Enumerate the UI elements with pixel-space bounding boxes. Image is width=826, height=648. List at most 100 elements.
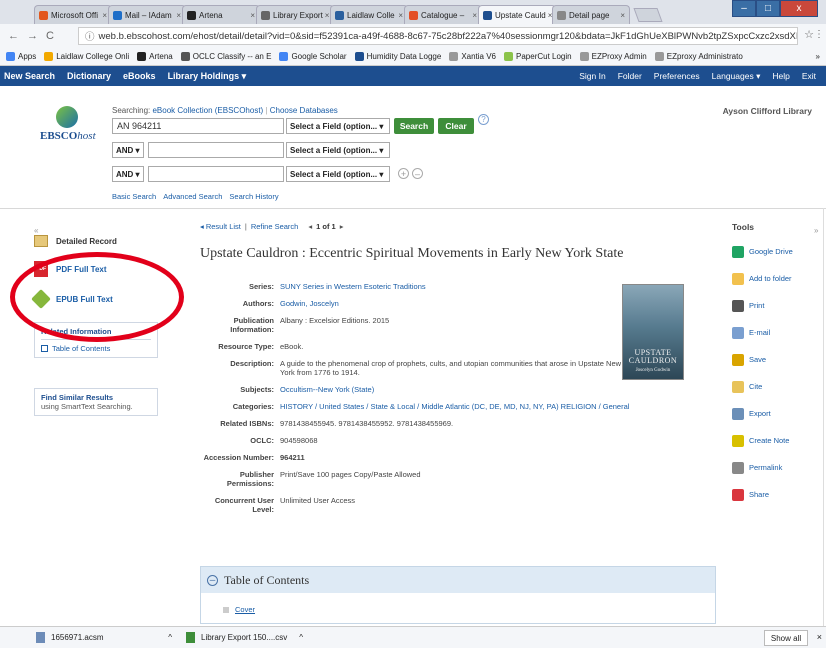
browser-tab[interactable]: Catalogue – × (404, 5, 482, 24)
refine-search-link[interactable]: Refine Search (251, 222, 299, 231)
add-row-icon[interactable]: + (398, 168, 409, 179)
searching-db-link[interactable]: eBook Collection (EBSCOhost) (152, 106, 263, 115)
toc-icon (41, 345, 48, 352)
tab-close-icon[interactable]: × (248, 11, 255, 20)
tool-item[interactable]: Cite (732, 373, 816, 400)
download-menu-icon[interactable]: ^ (299, 633, 303, 642)
browser-tab[interactable]: Microsoft Offi × (34, 5, 112, 24)
record-field-value[interactable]: SUNY Series in Western Esoteric Traditio… (280, 282, 630, 291)
download-item-csv[interactable]: Library Export 150....csv ^ (186, 632, 356, 643)
bookmark-item[interactable]: OCLC Classify -- an E (180, 52, 271, 61)
bookmark-item[interactable]: PaperCut Login (504, 52, 572, 61)
bookmark-item[interactable]: Artena (137, 52, 173, 61)
record-field-value[interactable]: HISTORY / United States / State & Local … (280, 402, 630, 411)
reload-icon[interactable]: C (46, 30, 54, 42)
bookmark-star-icon[interactable]: ☆ (804, 28, 814, 41)
remove-row-icon[interactable]: – (412, 168, 423, 179)
tool-item[interactable]: Export (732, 400, 816, 427)
search-input[interactable]: AN 964211 (112, 118, 284, 134)
bookmark-item[interactable]: Humidity Data Logge (354, 52, 441, 61)
tab-close-icon[interactable]: × (618, 11, 625, 20)
toc-header[interactable]: – Table of Contents (201, 567, 715, 593)
nav-item[interactable]: New Search (4, 71, 55, 82)
search-input-3[interactable] (148, 166, 284, 182)
field-select-3[interactable]: Select a Field (option... ▾ (286, 166, 390, 182)
search-input-2[interactable] (148, 142, 284, 158)
search-link[interactable]: Basic Search (112, 192, 156, 201)
search-link[interactable]: Advanced Search (163, 192, 222, 201)
bookmark-item[interactable]: Apps (6, 52, 36, 61)
toc-item-cover[interactable]: Cover (223, 605, 255, 614)
show-all-button[interactable]: Show all (764, 630, 808, 646)
record-field-value[interactable]: Godwin, Joscelyn (280, 299, 630, 308)
next-result-icon[interactable]: ▸ (340, 222, 344, 231)
tool-item[interactable]: Share (732, 481, 816, 508)
record-field-label: Publisher Permissions: (226, 470, 274, 488)
bookmarks-overflow-icon[interactable]: » (816, 52, 820, 61)
download-item-acsm[interactable]: 1656971.acsm ^ (36, 632, 186, 643)
search-link[interactable]: Search History (229, 192, 278, 201)
close-downloads-icon[interactable]: × (817, 632, 822, 642)
tool-item[interactable]: Save (732, 346, 816, 373)
browser-tab[interactable]: Upstate Cauld × (478, 5, 556, 24)
info-icon[interactable]: ⓘ (85, 29, 95, 43)
nav-item[interactable]: Help (772, 71, 789, 82)
tool-item[interactable]: E-mail (732, 319, 816, 346)
boolean-select-1[interactable]: AND ▾ (112, 142, 144, 158)
nav-item[interactable]: Dictionary (67, 71, 111, 82)
bookmark-item[interactable]: Google Scholar (279, 52, 347, 61)
record-field-value[interactable]: Occultism--New York (State) (280, 385, 630, 394)
nav-item[interactable]: Languages ▾ (712, 71, 761, 82)
bookmark-item[interactable]: EZproxy Administrato (654, 52, 743, 61)
tab-close-icon[interactable]: × (470, 11, 477, 20)
back-icon[interactable]: ← (8, 30, 19, 42)
search-button[interactable]: Search (394, 118, 434, 134)
ebsco-logo[interactable]: EBSCOhost (40, 106, 96, 142)
clear-button[interactable]: Clear (438, 118, 474, 134)
browser-tab[interactable]: Mail – IAdam × (108, 5, 186, 24)
tool-item[interactable]: Print (732, 292, 816, 319)
url-field[interactable]: ⓘ web.b.ebscohost.com/ehost/detail/detai… (78, 27, 798, 45)
tab-close-icon[interactable]: × (174, 11, 181, 20)
browser-menu-icon[interactable]: ⋮ (814, 29, 824, 40)
browser-tab[interactable]: Artena × (182, 5, 260, 24)
table-of-contents-link[interactable]: Table of Contents (41, 344, 151, 353)
field-select-2[interactable]: Select a Field (option... ▾ (286, 142, 390, 158)
tool-item[interactable]: Create Note (732, 427, 816, 454)
tab-close-icon[interactable]: × (100, 11, 107, 20)
tab-close-icon[interactable]: × (396, 11, 403, 20)
detailed-record-item[interactable]: Detailed Record (34, 228, 158, 254)
bookmark-item[interactable]: Laidlaw College Onli (44, 52, 129, 61)
nav-item[interactable]: eBooks (123, 71, 156, 82)
field-select-1[interactable]: Select a Field (option... ▾ (286, 118, 390, 134)
bookmark-item[interactable]: EZProxy Admin (579, 52, 647, 61)
bookmark-item[interactable]: Xantia V6 (449, 52, 496, 61)
result-list-link[interactable]: ◂ Result List (200, 222, 241, 231)
tool-item[interactable]: Permalink (732, 454, 816, 481)
find-similar-link[interactable]: Find Similar Results (41, 393, 151, 402)
collapse-toc-icon[interactable]: – (207, 574, 218, 586)
forward-icon[interactable]: → (27, 30, 38, 42)
book-cover-image[interactable]: UPSTATE CAULDRON Joscelyn Godwin (622, 284, 684, 380)
maximize-button[interactable]: □ (756, 0, 780, 17)
close-window-button[interactable]: x (780, 0, 818, 17)
tab-close-icon[interactable]: × (323, 11, 330, 20)
tool-item[interactable]: Google Drive (732, 238, 816, 265)
nav-item[interactable]: Folder (618, 71, 642, 82)
browser-tab[interactable]: Detail page × (552, 5, 630, 24)
nav-item[interactable]: Preferences (654, 71, 700, 82)
choose-databases-link[interactable]: Choose Databases (270, 106, 338, 115)
bookmark-label: EZproxy Administrato (666, 52, 743, 61)
prev-result-icon[interactable]: ◂ (308, 222, 312, 231)
tool-item[interactable]: Add to folder (732, 265, 816, 292)
browser-tab[interactable]: Laidlaw Colle × (330, 5, 408, 24)
minimize-button[interactable]: – (732, 0, 756, 17)
nav-item[interactable]: Library Holdings ▾ (168, 71, 247, 82)
browser-tab[interactable]: Library Export × (256, 5, 334, 24)
download-menu-icon[interactable]: ^ (168, 633, 172, 642)
new-tab-button[interactable] (633, 8, 663, 22)
nav-item[interactable]: Sign In (579, 71, 605, 82)
boolean-select-2[interactable]: AND ▾ (112, 166, 144, 182)
nav-item[interactable]: Exit (802, 71, 816, 82)
help-icon[interactable]: ? (478, 114, 489, 125)
